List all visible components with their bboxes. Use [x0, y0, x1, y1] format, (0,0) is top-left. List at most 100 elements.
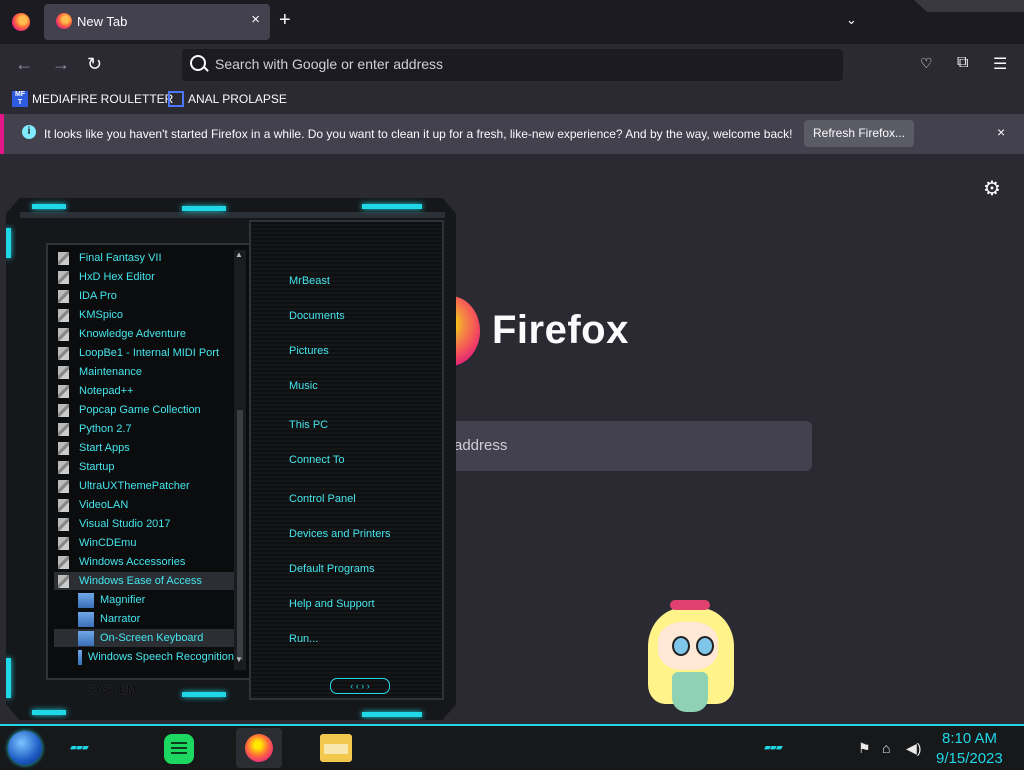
- navigation-toolbar: ← → ↻ Search with Google or enter addres…: [0, 44, 1024, 86]
- back-button[interactable]: ←: [15, 54, 33, 75]
- gear-icon[interactable]: ⚙: [983, 176, 1001, 201]
- program-item[interactable]: Knowledge Adventure: [54, 325, 234, 343]
- place-item[interactable]: Run...: [289, 633, 318, 645]
- speech-recognition-icon: [78, 649, 82, 665]
- program-item[interactable]: Windows Accessories: [54, 553, 234, 571]
- clock-date[interactable]: 9/15/2023: [936, 750, 1003, 767]
- address-bar[interactable]: Search with Google or enter address: [182, 49, 843, 81]
- place-item[interactable]: Documents: [289, 310, 345, 322]
- close-tab-icon[interactable]: ×: [251, 11, 260, 28]
- program-item[interactable]: Notepad++: [54, 382, 234, 400]
- folder-icon: [58, 403, 69, 417]
- bookmark-second[interactable]: ANAL PROLAPSE: [168, 91, 287, 107]
- bookmark-mediafire-rouletter[interactable]: MF T MEDIAFIRE ROULETTER: [12, 91, 173, 107]
- refresh-notification-bar: i It looks like you haven't started Fire…: [0, 114, 1024, 154]
- taskbar-firefox-icon[interactable]: [236, 728, 282, 768]
- place-item[interactable]: Pictures: [289, 345, 329, 357]
- folder-icon: [58, 517, 69, 531]
- decor-light: [182, 206, 226, 211]
- taskbar: ▰▰▰ ▰▰▰ ⚑ ⌂ ◀) 8:10 AM 9/15/2023: [0, 724, 1024, 770]
- program-item[interactable]: IDA Pro: [54, 287, 234, 305]
- program-subitem[interactable]: Magnifier: [54, 591, 234, 609]
- refresh-firefox-button[interactable]: Refresh Firefox...: [804, 120, 914, 147]
- list-all-tabs-icon[interactable]: ⌄: [846, 12, 857, 28]
- address-input[interactable]: Search with Google or enter address: [215, 56, 443, 72]
- program-item[interactable]: Final Fantasy VII: [54, 249, 234, 267]
- decor-light: ▰▰▰: [70, 742, 89, 752]
- scroll-down-icon[interactable]: ▼: [235, 655, 243, 664]
- newtab-search-box[interactable]: address: [430, 421, 812, 471]
- mascot-dress: [672, 672, 708, 712]
- folder-icon: [58, 308, 69, 322]
- place-item[interactable]: This PC: [289, 419, 328, 431]
- program-item[interactable]: Maintenance: [54, 363, 234, 381]
- folder-icon: [58, 346, 69, 360]
- program-item[interactable]: Python 2.7: [54, 420, 234, 438]
- folder-icon: [58, 422, 69, 436]
- mediafire-icon: MF T: [12, 91, 28, 107]
- network-icon[interactable]: ⌂: [882, 740, 890, 756]
- program-item[interactable]: VideoLAN: [54, 496, 234, 514]
- folder-icon: [58, 555, 69, 569]
- program-item[interactable]: Startup: [54, 458, 234, 476]
- bookmarks-toolbar: MF T MEDIAFIRE ROULETTER ANAL PROLAPSE: [0, 86, 1024, 114]
- taskbar-file-explorer-icon[interactable]: [320, 734, 352, 762]
- place-item[interactable]: Control Panel: [289, 493, 356, 505]
- folder-icon: [58, 384, 69, 398]
- program-item[interactable]: Visual Studio 2017: [54, 515, 234, 533]
- mascot-headband: [670, 600, 710, 610]
- place-item[interactable]: Connect To: [289, 454, 344, 466]
- program-subitem[interactable]: Windows Speech Recognition: [54, 648, 234, 666]
- program-item[interactable]: Popcap Game Collection: [54, 401, 234, 419]
- action-center-flag-icon[interactable]: ⚑: [858, 740, 871, 757]
- close-notification-icon[interactable]: ×: [997, 124, 1005, 140]
- start-button[interactable]: [8, 731, 42, 765]
- taskbar-notes-app-icon[interactable]: [164, 734, 194, 764]
- program-item[interactable]: UltraUXThemePatcher: [54, 477, 234, 495]
- page-arrows[interactable]: ‹ ‹ › ›: [330, 678, 390, 694]
- bookmark-site-icon: [168, 91, 184, 107]
- clock-time[interactable]: 8:10 AM: [942, 730, 997, 747]
- tab-new-tab[interactable]: New Tab ×: [44, 4, 270, 40]
- start-menu-frame: [20, 212, 445, 218]
- program-item[interactable]: KMSpico: [54, 306, 234, 324]
- mascot-eye: [672, 636, 690, 656]
- pocket-icon[interactable]: ♡: [920, 55, 933, 72]
- folder-icon: [58, 479, 69, 493]
- forward-button[interactable]: →: [52, 54, 70, 75]
- decor-light: [362, 712, 422, 717]
- folder-icon: [58, 574, 69, 588]
- firefox-view-icon[interactable]: [12, 13, 30, 31]
- place-item[interactable]: Default Programs: [289, 563, 375, 575]
- program-item[interactable]: HxD Hex Editor: [54, 268, 234, 286]
- folder-icon: [58, 441, 69, 455]
- hamburger-menu-icon[interactable]: ☰: [993, 54, 1007, 74]
- folder-icon: [58, 365, 69, 379]
- program-item[interactable]: Start Apps: [54, 439, 234, 457]
- new-tab-button[interactable]: +: [279, 9, 291, 32]
- scrollbar-thumb[interactable]: [237, 410, 243, 660]
- program-item[interactable]: LoopBe1 - Internal MIDI Port: [54, 344, 234, 362]
- program-item[interactable]: WinCDEmu: [54, 534, 234, 552]
- notification-text: It looks like you haven't started Firefo…: [44, 127, 793, 141]
- scroll-up-icon[interactable]: ▲: [235, 250, 243, 259]
- place-item[interactable]: Devices and Printers: [289, 528, 391, 540]
- folder-icon: [58, 327, 69, 341]
- extensions-icon[interactable]: ⧉: [957, 54, 968, 72]
- place-item[interactable]: MrBeast: [289, 275, 330, 287]
- place-item[interactable]: Help and Support: [289, 598, 375, 610]
- folder-icon: [58, 498, 69, 512]
- start-menu: ▲ ▼ Final Fantasy VII HxD Hex Editor IDA…: [6, 198, 456, 720]
- program-subitem[interactable]: Narrator: [54, 610, 234, 628]
- volume-icon[interactable]: ◀): [906, 740, 921, 757]
- keyboard-icon: [78, 630, 94, 646]
- desktop-mascot-character: [640, 600, 740, 724]
- tab-strip: New Tab × + ⌄: [0, 0, 1024, 44]
- program-subitem-selected[interactable]: On-Screen Keyboard: [54, 629, 234, 647]
- info-icon: i: [22, 125, 36, 139]
- search-icon: [190, 55, 206, 71]
- program-item-selected[interactable]: Windows Ease of Access: [54, 572, 234, 590]
- place-item[interactable]: Music: [289, 380, 318, 392]
- folder-icon: [58, 251, 69, 265]
- reload-button[interactable]: ↻: [87, 54, 102, 75]
